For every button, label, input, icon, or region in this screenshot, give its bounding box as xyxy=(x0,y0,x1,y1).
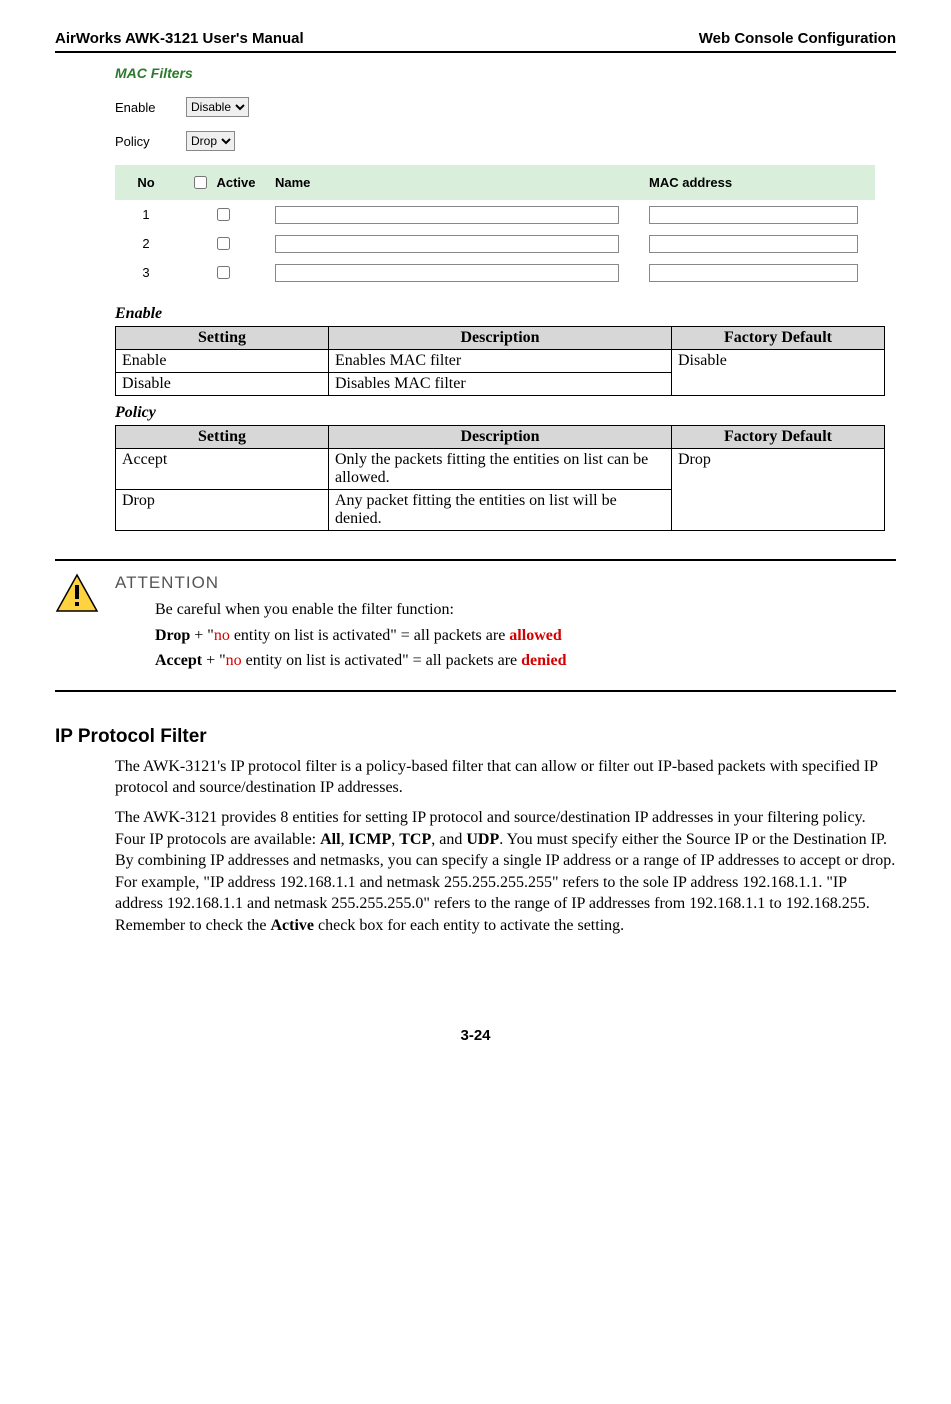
enable-select[interactable]: Disable xyxy=(186,97,249,117)
cell-setting: Enable xyxy=(116,350,329,373)
row-active-checkbox[interactable] xyxy=(217,208,230,221)
row-active-checkbox[interactable] xyxy=(217,266,230,279)
policy-select[interactable]: Drop xyxy=(186,131,235,151)
cell-setting: Disable xyxy=(116,373,329,396)
ip-protocol-filter-heading: IP Protocol Filter xyxy=(55,726,896,748)
row-name-input[interactable] xyxy=(275,206,619,224)
attention-intro: Be careful when you enable the filter fu… xyxy=(155,599,566,621)
th-setting: Setting xyxy=(116,426,329,449)
page-header: AirWorks AWK-3121 User's Manual Web Cons… xyxy=(55,30,896,53)
mac-filter-table: No Active Name MAC address 1 2 3 xyxy=(115,165,875,287)
row-mac-input[interactable] xyxy=(649,206,858,224)
attention-box: ATTENTION Be careful when you enable the… xyxy=(55,559,896,692)
enable-label: Enable xyxy=(115,100,170,115)
attention-line-2: Accept + "no entity on list is activated… xyxy=(155,650,566,672)
enable-def-table: Setting Description Factory Default Enab… xyxy=(115,326,885,396)
cell-default: Disable xyxy=(672,350,885,396)
attention-line-1: Drop + "no entity on list is activated" … xyxy=(155,625,566,647)
paragraph-2: The AWK-3121 provides 8 entities for set… xyxy=(115,807,896,937)
enable-heading: Enable xyxy=(115,305,896,323)
row-name-input[interactable] xyxy=(275,264,619,282)
cell-desc: Enables MAC filter xyxy=(329,350,672,373)
col-name: Name xyxy=(269,165,643,200)
cell-default: Drop xyxy=(672,449,885,531)
active-all-checkbox[interactable] xyxy=(194,176,207,189)
table-row: 2 xyxy=(115,229,875,258)
ip-protocol-filter-body: The AWK-3121's IP protocol filter is a p… xyxy=(115,756,896,937)
col-active: Active xyxy=(177,165,269,200)
row-mac-input[interactable] xyxy=(649,264,858,282)
th-default: Factory Default xyxy=(672,426,885,449)
cell-setting: Accept xyxy=(116,449,329,490)
table-row: 3 xyxy=(115,258,875,287)
col-mac: MAC address xyxy=(643,165,875,200)
mac-filters-screenshot: MAC Filters Enable Disable Policy Drop N… xyxy=(115,65,875,287)
policy-heading: Policy xyxy=(115,404,896,422)
paragraph-1: The AWK-3121's IP protocol filter is a p… xyxy=(115,756,896,799)
attention-title: ATTENTION xyxy=(115,573,566,593)
page-number: 3-24 xyxy=(55,1027,896,1044)
th-desc: Description xyxy=(329,327,672,350)
header-left: AirWorks AWK-3121 User's Manual xyxy=(55,30,304,47)
th-setting: Setting xyxy=(116,327,329,350)
policy-label: Policy xyxy=(115,134,170,149)
warning-icon xyxy=(55,573,99,613)
row-mac-input[interactable] xyxy=(649,235,858,253)
cell-setting: Drop xyxy=(116,490,329,531)
cell-desc: Any packet fitting the entities on list … xyxy=(329,490,672,531)
policy-def-table: Setting Description Factory Default Acce… xyxy=(115,425,885,531)
cell-desc: Only the packets fitting the entities on… xyxy=(329,449,672,490)
header-right: Web Console Configuration xyxy=(699,30,896,47)
col-no: No xyxy=(115,165,177,200)
cell-desc: Disables MAC filter xyxy=(329,373,672,396)
row-active-checkbox[interactable] xyxy=(217,237,230,250)
row-name-input[interactable] xyxy=(275,235,619,253)
th-desc: Description xyxy=(329,426,672,449)
screenshot-title: MAC Filters xyxy=(115,65,875,81)
th-default: Factory Default xyxy=(672,327,885,350)
table-row: 1 xyxy=(115,200,875,229)
